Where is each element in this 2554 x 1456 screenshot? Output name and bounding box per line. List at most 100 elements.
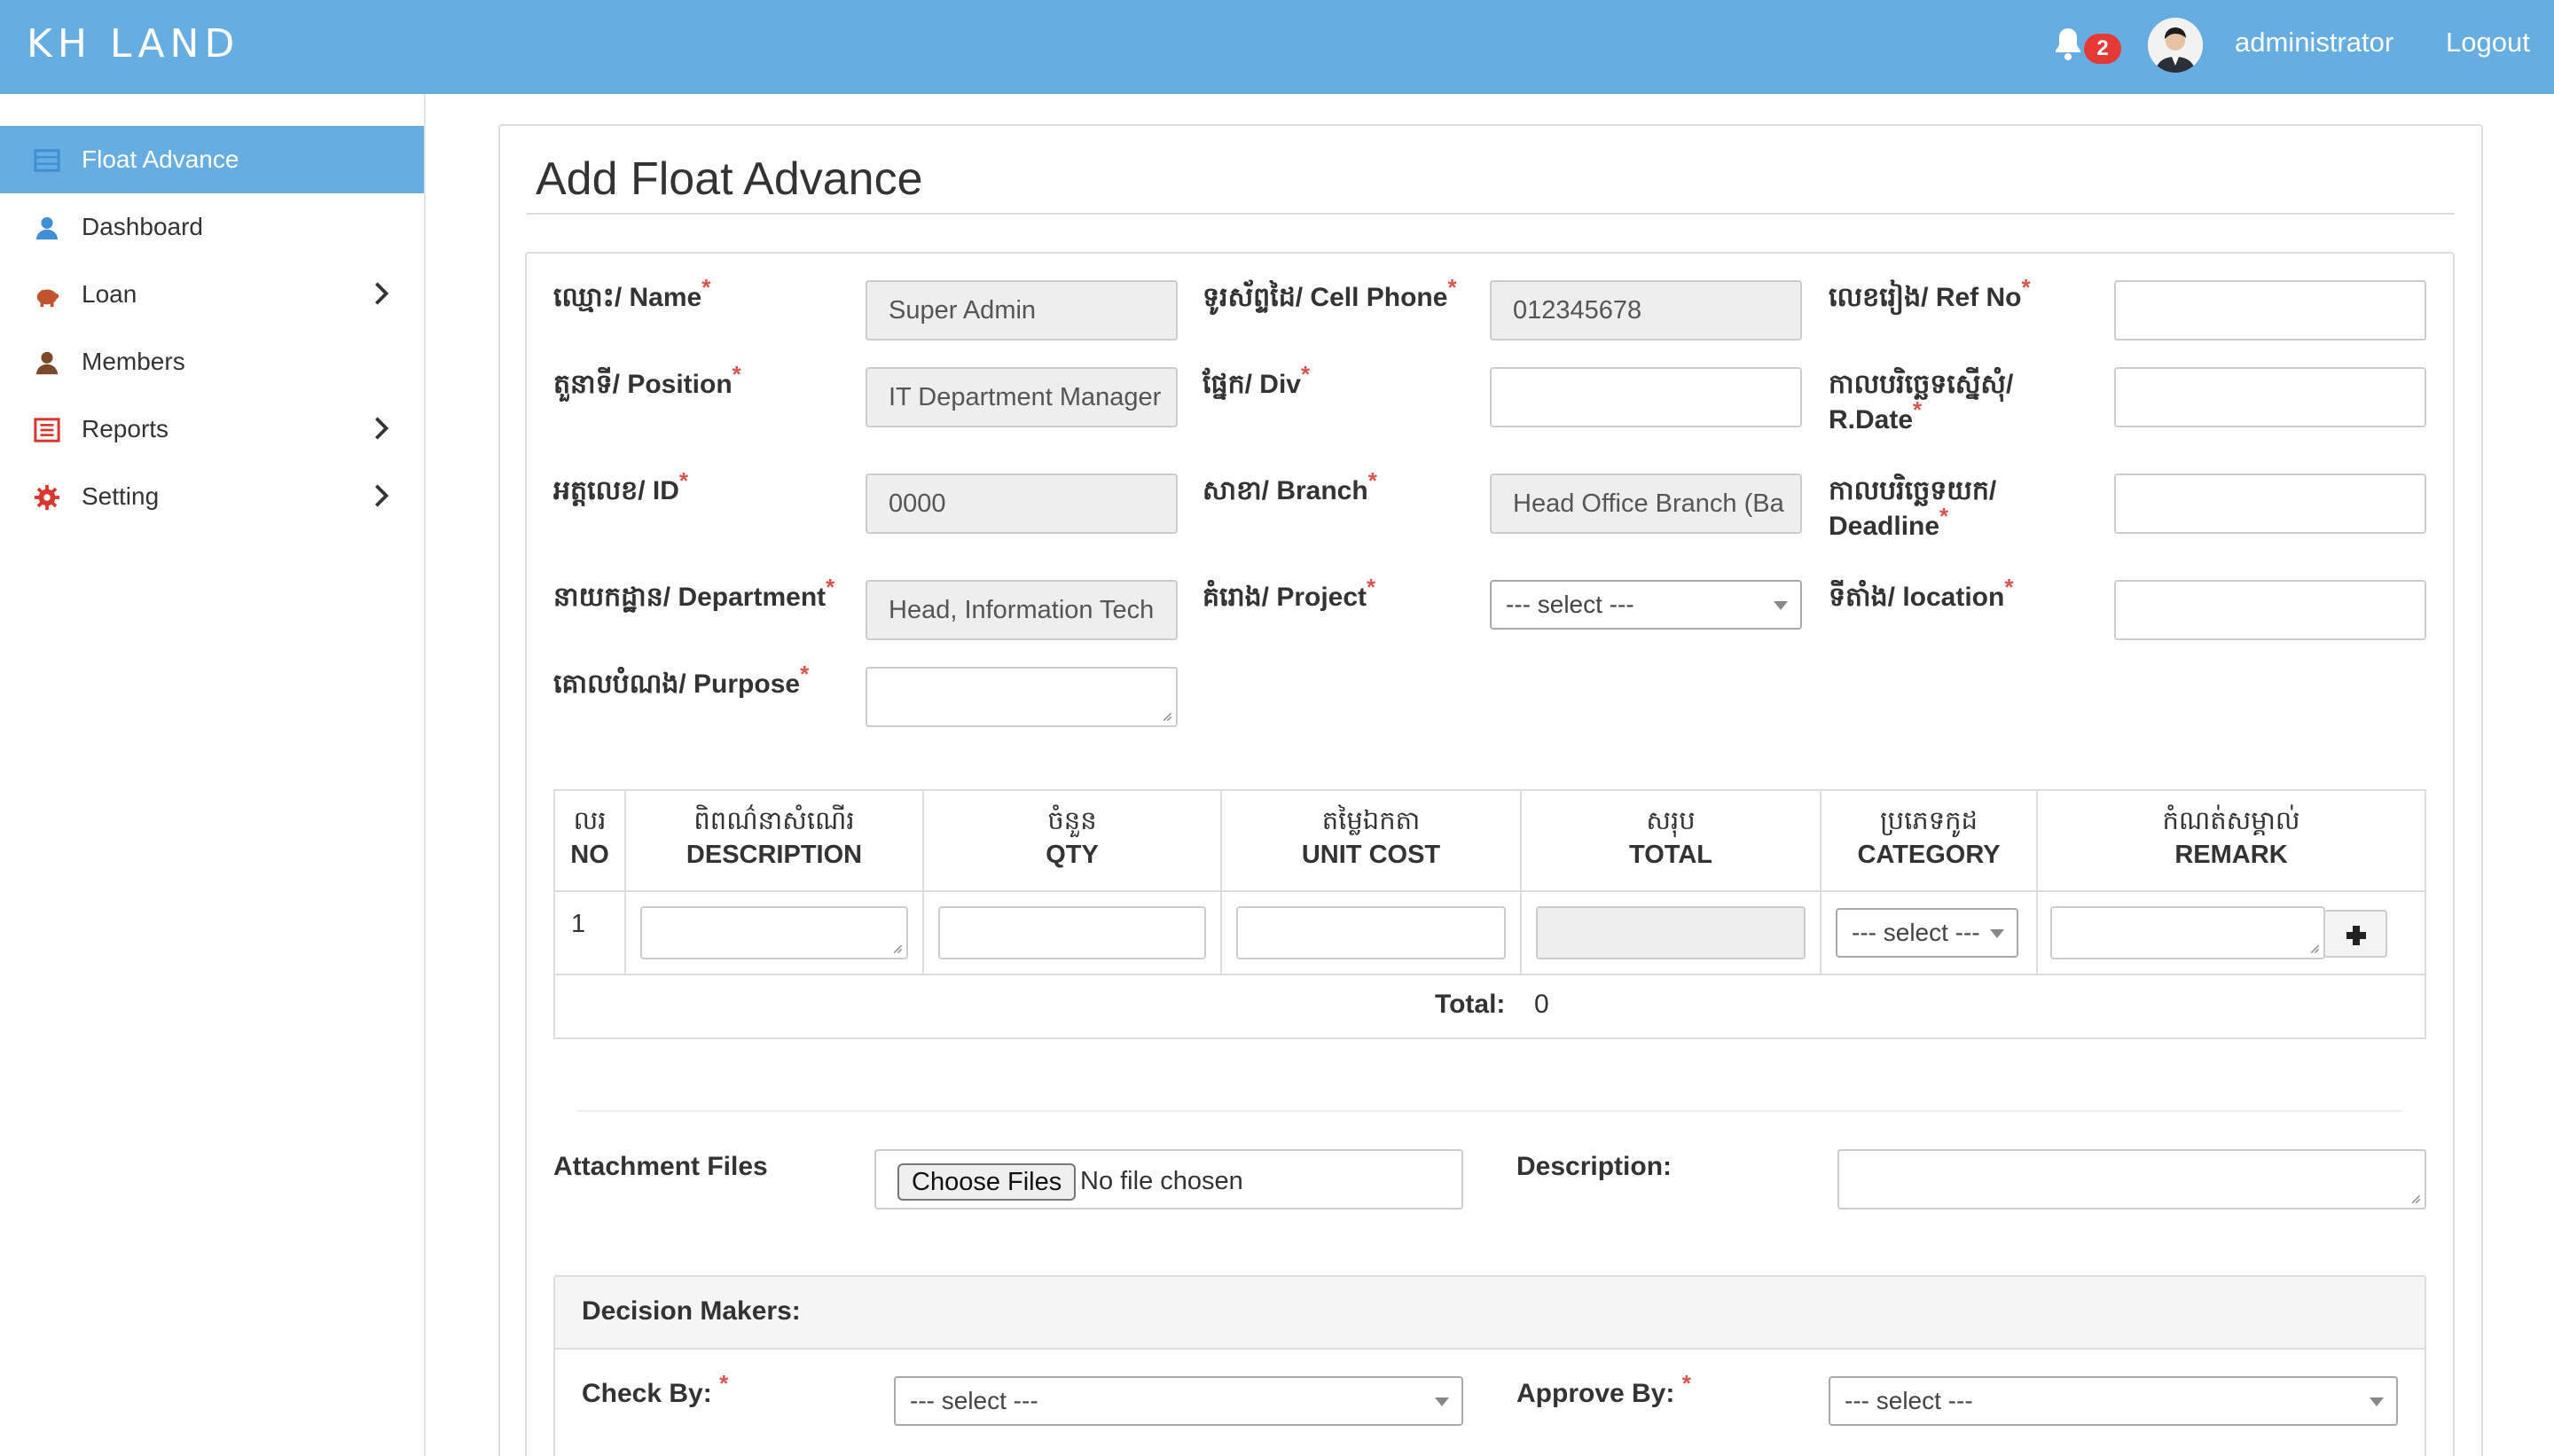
brand-logo[interactable]: KH LAND <box>27 21 239 67</box>
cell-phone-field[interactable]: 012345678 <box>1490 280 1802 341</box>
check-by-select-value: --- select --- <box>910 1387 1038 1414</box>
remark-textarea[interactable] <box>2050 906 2325 959</box>
top-navbar: KH LAND 2 administrator Logout <box>0 0 2554 94</box>
purpose-textarea[interactable] <box>866 667 1178 727</box>
approve-by-label: Approve By: * <box>1516 1370 1691 1408</box>
check-by-select[interactable]: --- select --- <box>894 1376 1463 1426</box>
column-header-qty: ចំនួន QTY <box>924 791 1222 892</box>
branch-field[interactable]: Head Office Branch (Ba <box>1490 474 1802 534</box>
notification-badge: 2 <box>2084 34 2121 64</box>
approve-by-select-value: --- select --- <box>1845 1387 1973 1414</box>
position-label: តួនាទី/ Position* <box>553 361 741 399</box>
column-header-total: សរុប TOTAL <box>1522 791 1821 892</box>
table-divider <box>2036 890 2038 975</box>
deadline-field[interactable] <box>2114 474 2426 534</box>
project-select[interactable]: --- select --- <box>1490 580 1802 630</box>
file-input[interactable]: Choose Files No file chosen <box>874 1149 1463 1209</box>
r-date-field[interactable] <box>2114 367 2426 427</box>
caret-down-icon <box>1774 601 1788 610</box>
sidebar-item-members[interactable]: Members <box>0 328 424 395</box>
sidebar-item-float-advance[interactable]: Float Advance <box>0 126 424 193</box>
add-row-button[interactable] <box>2323 910 2387 958</box>
table-divider <box>1520 890 1522 975</box>
gear-icon <box>34 484 60 511</box>
sidebar-item-setting[interactable]: Setting <box>0 463 424 530</box>
file-status: No file chosen <box>1080 1167 1243 1195</box>
approve-by-select[interactable]: --- select --- <box>1829 1376 2398 1426</box>
piggy-bank-icon <box>36 289 59 308</box>
ref-no-field[interactable] <box>2114 280 2426 341</box>
table-divider <box>922 890 924 975</box>
attachment-label: Attachment Files <box>553 1152 768 1181</box>
unit-cost-input[interactable] <box>1236 906 1506 959</box>
table-divider <box>555 974 2425 975</box>
bell-icon[interactable] <box>2047 23 2089 66</box>
decision-makers-header: Decision Makers: <box>555 1277 2425 1350</box>
total-input[interactable] <box>1536 906 1806 959</box>
cell-phone-label: ទូរស័ព្ទដៃ/ Cell Phone* <box>1203 274 1457 312</box>
name-field[interactable]: Super Admin <box>866 280 1178 341</box>
description-label: Description: <box>1516 1152 1673 1181</box>
page-title: Add Float Advance <box>536 153 923 205</box>
location-label: ទីតាំង/ location* <box>1829 574 2014 612</box>
user-icon <box>35 216 59 240</box>
choose-files-button[interactable]: Choose Files <box>897 1163 1077 1201</box>
resize-grip-icon <box>2411 1194 2421 1204</box>
total-value: 0 <box>1534 990 1549 1019</box>
project-label: គំរោង/ Project* <box>1203 574 1376 612</box>
deadline-label: កាលបរិច្ឆេទយក/Deadline* <box>1829 476 1997 541</box>
sidebar-item-loan[interactable]: Loan <box>0 261 424 328</box>
category-select[interactable]: --- select --- <box>1836 908 2018 958</box>
id-label: អត្តលេខ/ ID* <box>553 467 689 505</box>
branch-label: សាខា/ Branch* <box>1203 467 1377 505</box>
sidebar-item-label: Loan <box>82 280 137 308</box>
table-divider <box>624 890 626 975</box>
user-avatar-icon <box>2148 18 2203 73</box>
column-header-remark: កំណត់សម្គាល់ REMARK <box>2162 807 2300 869</box>
position-field[interactable]: IT Department Manager <box>866 367 1178 427</box>
table-divider <box>555 890 2425 892</box>
attachment-description-textarea[interactable] <box>1837 1149 2426 1209</box>
chevron-right-icon <box>375 484 389 507</box>
project-select-value: --- select --- <box>1506 591 1634 618</box>
sidebar-item-label: Float Advance <box>82 145 239 173</box>
list-icon <box>34 418 60 442</box>
column-header-unit-cost: តម្លៃឯកតា UNIT COST <box>1222 791 1522 892</box>
department-field[interactable]: Head, Information Tech <box>866 580 1178 640</box>
sidebar-item-reports[interactable]: Reports <box>0 395 424 463</box>
sidebar-item-dashboard[interactable]: Dashboard <box>0 193 424 261</box>
column-header-category: ប្រភេទកូដ CATEGORY <box>1821 791 2038 892</box>
table-icon <box>34 149 60 172</box>
purpose-label: គោលបំណង/ Purpose* <box>553 661 810 699</box>
description-textarea[interactable] <box>640 906 908 959</box>
caret-down-icon <box>2370 1397 2384 1406</box>
ref-no-label: លេខរៀង/ Ref No* <box>1829 274 2031 312</box>
location-field[interactable] <box>2114 580 2426 640</box>
total-label: Total: <box>1435 990 1506 1019</box>
check-by-label: Check By: * <box>582 1370 729 1408</box>
title-divider <box>527 213 2455 215</box>
row-number: 1 <box>571 910 586 938</box>
name-label: ឈ្មោះ/ Name* <box>553 274 711 312</box>
sidebar-item-label: Dashboard <box>82 213 203 240</box>
chevron-right-icon <box>375 417 389 440</box>
section-divider <box>578 1110 2401 1112</box>
sidebar: Float Advance Dashboard Loan Members Rep… <box>0 94 426 1456</box>
decision-makers-panel: Decision Makers: <box>553 1275 2426 1456</box>
department-label: នាយកដ្ឋាន/ Department* <box>553 574 835 612</box>
column-header-no: លរ NO <box>555 791 626 892</box>
column-header-description: ពិពណ៌នាសំណើរ DESCRIPTION <box>626 791 924 892</box>
username[interactable]: administrator <box>2235 27 2393 59</box>
div-field[interactable] <box>1490 367 1802 427</box>
plus-icon <box>2346 926 2366 945</box>
qty-input[interactable] <box>938 906 1206 959</box>
avatar[interactable] <box>2148 18 2203 73</box>
caret-down-icon <box>1435 1397 1449 1406</box>
id-field[interactable]: 0000 <box>866 474 1178 534</box>
category-select-value: --- select --- <box>1852 919 1980 946</box>
chevron-right-icon <box>375 282 389 305</box>
sidebar-item-label: Reports <box>82 415 169 442</box>
resize-grip-icon <box>893 944 903 954</box>
logout-link[interactable]: Logout <box>2446 27 2530 59</box>
resize-grip-icon <box>1163 712 1172 722</box>
